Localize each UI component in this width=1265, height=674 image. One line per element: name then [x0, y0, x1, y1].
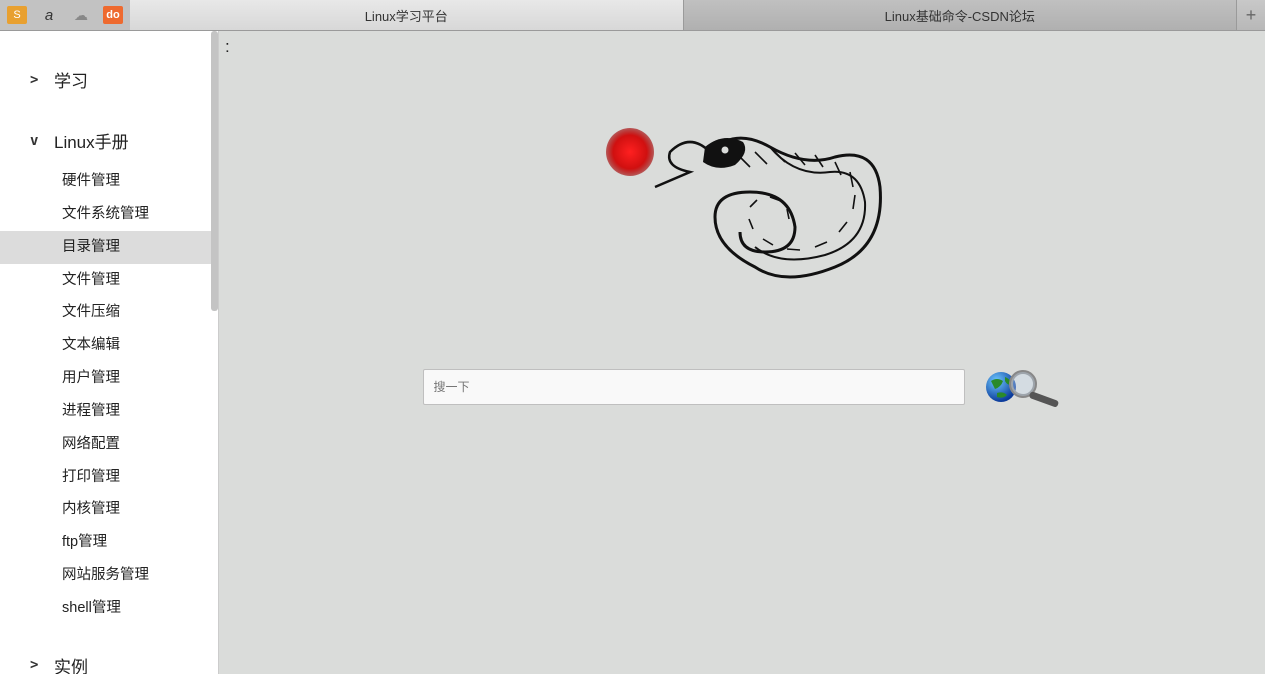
toolbar-icon-group: S a ☁ do	[0, 0, 130, 30]
toolbar-icon-1[interactable]: S	[2, 3, 32, 28]
search-input[interactable]	[423, 369, 965, 405]
sidebar-item[interactable]: 文件管理	[0, 264, 218, 297]
toolbar-icon-4[interactable]: do	[98, 3, 128, 28]
sidebar-item[interactable]: 文本编辑	[0, 329, 218, 362]
sidebar-item[interactable]: 打印管理	[0, 461, 218, 494]
nav-header-label: 学习	[54, 67, 88, 92]
toolbar-icon-3[interactable]: ☁	[66, 3, 96, 28]
sidebar-item[interactable]: 网站服务管理	[0, 559, 218, 592]
nav-header-label: 实例	[54, 653, 88, 674]
browser-toolbar: S a ☁ do Linux学习平台 Linux基础命令-CSDN论坛 +	[0, 0, 1265, 31]
colon-text: :	[225, 37, 230, 56]
tab-inactive[interactable]: Linux基础命令-CSDN论坛	[684, 0, 1238, 30]
sidebar-item[interactable]: 网络配置	[0, 428, 218, 461]
nav-header-study[interactable]: > 学习	[0, 59, 218, 100]
new-tab-button[interactable]: +	[1237, 0, 1265, 30]
sidebar: > 学习 v Linux手册 硬件管理文件系统管理目录管理文件管理文件压缩文本编…	[0, 31, 219, 674]
sidebar-item[interactable]: shell管理	[0, 592, 218, 625]
caret-right-icon: >	[30, 72, 42, 88]
caret-right-icon: >	[30, 657, 42, 673]
tab-active[interactable]: Linux学习平台	[130, 0, 684, 30]
sidebar-item[interactable]: 用户管理	[0, 362, 218, 395]
sidebar-item[interactable]: ftp管理	[0, 526, 218, 559]
scrollbar-thumb[interactable]	[211, 31, 218, 311]
sidebar-item[interactable]: 内核管理	[0, 493, 218, 526]
nav-section-examples: > 实例	[0, 645, 218, 674]
main-content: :	[219, 31, 1265, 674]
nav-header-manual[interactable]: v Linux手册	[0, 120, 218, 161]
nav-items: 硬件管理文件系统管理目录管理文件管理文件压缩文本编辑用户管理进程管理网络配置打印…	[0, 161, 218, 625]
toolbar-icon-2[interactable]: a	[34, 3, 64, 28]
sidebar-item[interactable]: 文件系统管理	[0, 198, 218, 231]
nav-header-label: Linux手册	[54, 128, 129, 153]
sidebar-item[interactable]: 硬件管理	[0, 165, 218, 198]
search-row	[225, 367, 1265, 407]
nav-section-manual: v Linux手册 硬件管理文件系统管理目录管理文件管理文件压缩文本编辑用户管理…	[0, 120, 218, 625]
nav-header-examples[interactable]: > 实例	[0, 645, 218, 674]
sidebar-item[interactable]: 目录管理	[0, 231, 218, 264]
logo-area	[225, 117, 1265, 317]
snake-logo	[595, 117, 895, 317]
sidebar-item[interactable]: 进程管理	[0, 395, 218, 428]
browser-tabs: Linux学习平台 Linux基础命令-CSDN论坛	[130, 0, 1237, 30]
caret-down-icon: v	[30, 133, 42, 149]
search-button[interactable]	[983, 367, 1068, 407]
nav-section-study: > 学习	[0, 59, 218, 100]
sidebar-item[interactable]: 文件压缩	[0, 296, 218, 329]
